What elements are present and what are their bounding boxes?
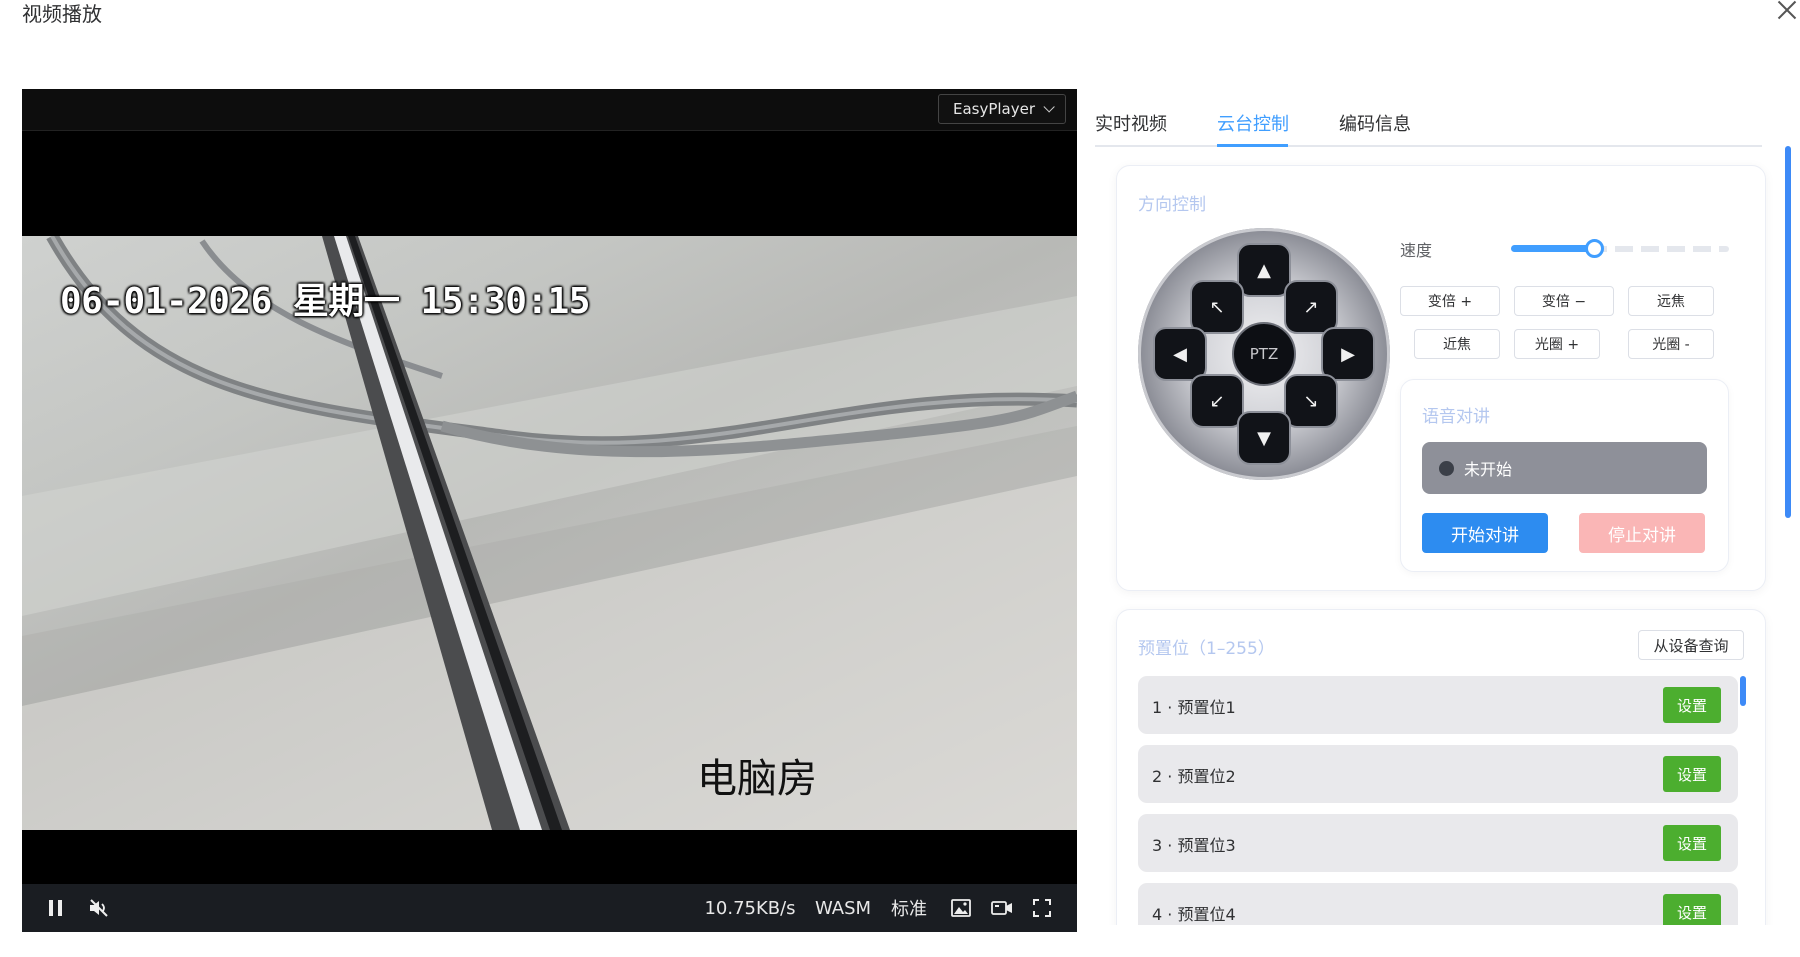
arrow-right-icon[interactable]: ▶ — [1321, 327, 1375, 381]
mute-icon[interactable] — [83, 884, 115, 932]
speed-label: 速度 — [1400, 241, 1433, 260]
preset-list: 1 · 预置位1 设置 2 · 预置位2 设置 3 · 预置位3 设置 4 · … — [1138, 676, 1738, 925]
preset-row: 1 · 预置位1 设置 — [1138, 676, 1738, 734]
arrow-down-icon[interactable]: ▼ — [1237, 411, 1291, 465]
pause-icon[interactable] — [40, 884, 70, 932]
arrow-up-right-icon[interactable]: ↗ — [1284, 280, 1338, 334]
panel-scrollbar[interactable] — [1785, 146, 1791, 518]
preset-set-button[interactable]: 设置 — [1663, 756, 1721, 792]
preset-title: 预置位（1–255） — [1138, 639, 1275, 659]
preset-set-button[interactable]: 设置 — [1663, 825, 1721, 861]
decoder-mode[interactable]: WASM — [815, 884, 871, 932]
arrow-up-left-icon[interactable]: ↖ — [1190, 280, 1244, 334]
ptz-wheel: ▲ ↖ ↗ ◀ ▶ ↙ ↘ ▼ PTZ — [1138, 228, 1390, 480]
direction-card: 方向控制 ▲ ↖ ↗ ◀ ▶ ↙ ↘ ▼ PTZ 速度 变倍 + 变倍 − 远焦 — [1116, 165, 1766, 591]
arrow-up-icon[interactable]: ▲ — [1237, 243, 1291, 297]
slider-fill — [1511, 245, 1594, 252]
preset-list-scrollbar[interactable] — [1740, 676, 1746, 706]
zoom-out-button[interactable]: 变倍 − — [1514, 286, 1614, 316]
snapshot-icon[interactable] — [946, 884, 976, 932]
active-tab-indicator — [1217, 144, 1288, 147]
video-player[interactable]: EasyPlayer 06-01-2026 星期一 15:30:15 电脑房 1… — [22, 89, 1077, 932]
zoom-in-button[interactable]: 变倍 + — [1400, 286, 1500, 316]
preset-name: 1 · 预置位1 — [1152, 698, 1236, 717]
bitrate-readout: 10.75KB/s — [704, 897, 796, 919]
tab-encoding-info[interactable]: 编码信息 — [1339, 110, 1411, 136]
ptz-panel: 方向控制 ▲ ↖ ↗ ◀ ▶ ↙ ↘ ▼ PTZ 速度 变倍 + 变倍 − 远焦 — [1095, 149, 1785, 925]
video-scene — [22, 236, 1077, 830]
chevron-down-icon — [1043, 101, 1055, 113]
tab-ptz-control[interactable]: 云台控制 — [1217, 110, 1289, 136]
talk-status-text: 未开始 — [1464, 460, 1513, 479]
voice-talk-title: 语音对讲 — [1422, 407, 1490, 427]
osd-timestamp: 06-01-2026 星期一 15:30:15 — [60, 281, 590, 322]
slider-handle[interactable] — [1584, 239, 1604, 258]
player-engine-select[interactable]: EasyPlayer — [938, 94, 1066, 124]
control-tabs: 实时视频 云台控制 编码信息 — [1095, 100, 1762, 147]
iris-close-button[interactable]: 光圈 - — [1628, 329, 1714, 359]
record-icon[interactable] — [987, 884, 1017, 932]
dialog-title: 视频播放 — [22, 2, 102, 26]
player-engine-label: EasyPlayer — [952, 100, 1036, 118]
preset-set-button[interactable]: 设置 — [1663, 894, 1721, 925]
player-control-bar: 10.75KB/s WASM 标准 — [22, 884, 1077, 932]
status-dot-icon — [1439, 460, 1454, 476]
player-top-bar: EasyPlayer — [22, 89, 1077, 131]
arrow-down-left-icon[interactable]: ↙ — [1190, 374, 1244, 428]
focus-near-button[interactable]: 近焦 — [1414, 329, 1500, 359]
preset-row: 2 · 预置位2 设置 — [1138, 745, 1738, 803]
preset-row: 4 · 预置位4 设置 — [1138, 883, 1738, 925]
stop-talk-button[interactable]: 停止对讲 — [1579, 513, 1705, 553]
ptz-center-button[interactable]: PTZ — [1232, 322, 1296, 386]
fullscreen-icon[interactable] — [1027, 884, 1057, 932]
query-device-button[interactable]: 从设备查询 — [1638, 630, 1744, 660]
voice-talk-card: 语音对讲 未开始 开始对讲 停止对讲 — [1400, 379, 1729, 572]
tab-live-video[interactable]: 实时视频 — [1095, 110, 1167, 136]
start-talk-button[interactable]: 开始对讲 — [1422, 513, 1548, 553]
preset-name: 2 · 预置位2 — [1152, 767, 1236, 786]
arrow-left-icon[interactable]: ◀ — [1153, 327, 1207, 381]
close-icon[interactable] — [1776, 0, 1798, 22]
arrow-down-right-icon[interactable]: ↘ — [1284, 374, 1338, 428]
talk-status-bar: 未开始 — [1422, 442, 1707, 494]
video-frame: 06-01-2026 星期一 15:30:15 电脑房 — [22, 236, 1077, 830]
iris-open-button[interactable]: 光圈 + — [1514, 329, 1600, 359]
osd-channel-name: 电脑房 — [697, 756, 817, 802]
preset-name: 4 · 预置位4 — [1152, 905, 1236, 924]
direction-title: 方向控制 — [1138, 195, 1206, 215]
preset-name: 3 · 预置位3 — [1152, 836, 1236, 855]
quality-selector[interactable]: 标准 — [889, 884, 929, 932]
speed-slider[interactable] — [1511, 236, 1729, 260]
preset-row: 3 · 预置位3 设置 — [1138, 814, 1738, 872]
preset-set-button[interactable]: 设置 — [1663, 687, 1721, 723]
video-dialog: 视频播放 EasyPlayer 06-01-2026 星期一 15:30:15 … — [0, 0, 1800, 957]
focus-far-button[interactable]: 远焦 — [1628, 286, 1714, 316]
preset-card: 预置位（1–255） 从设备查询 1 · 预置位1 设置 2 · 预置位2 设置… — [1116, 609, 1766, 925]
